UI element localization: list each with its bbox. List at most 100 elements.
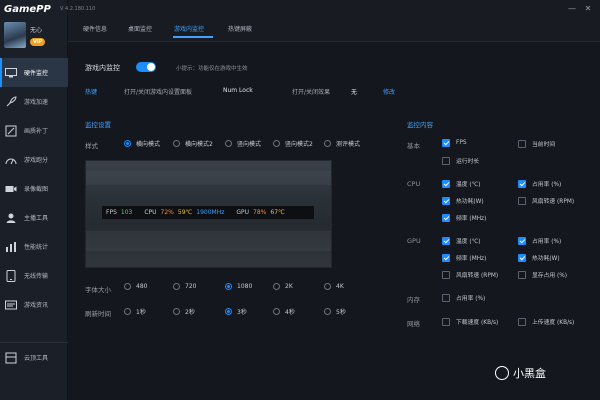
style-radio-vertical2[interactable]: 竖向模式2 <box>273 139 313 148</box>
check-gpu-temp[interactable]: 温度 (℃) <box>442 236 480 245</box>
check-gpu-freq[interactable]: 频率 (MHz) <box>442 253 486 262</box>
tab-ingame-monitor[interactable]: 游戏内监控 <box>174 24 204 33</box>
sidebar-item-label: 无线传输 <box>24 273 49 280</box>
minimize-button[interactable]: — <box>566 4 578 14</box>
sidebar-item-game-news[interactable]: 游戏资讯 <box>0 290 68 319</box>
check-gpu-vram[interactable]: 显存占用 (%) <box>518 270 567 279</box>
sidebar-item-wireless[interactable]: 无线传输 <box>0 261 68 290</box>
close-button[interactable]: ✕ <box>582 4 594 14</box>
style-radio-horizontal2[interactable]: 横向模式2 <box>173 139 213 148</box>
overlay-readout: FPS 103 CPU 72% 59℃ 1900MHz GPU 78% 67℃ <box>102 206 314 219</box>
check-net-up[interactable]: 上传速度 (KB/s) <box>518 317 574 326</box>
hotkey-effect-value: 无 <box>351 89 358 96</box>
checkbox-label: 温度 (℃) <box>456 182 481 188</box>
font-radio-1080[interactable]: 1080 <box>225 283 252 290</box>
ingame-monitor-label: 游戏内监控 <box>85 64 120 72</box>
app-logo: GamePP <box>4 4 51 15</box>
tab-hotkey-block[interactable]: 热键屏蔽 <box>228 24 252 33</box>
overlay-gpu-usage: 78% <box>253 209 267 216</box>
check-cpu-usage[interactable]: 占用率 (%) <box>518 179 561 188</box>
sidebar-bottom: 云顶工具 <box>0 342 68 372</box>
sidebar-item-label: 性能统计 <box>24 244 49 251</box>
sidebar-item-streamer-tools[interactable]: 主播工具 <box>0 203 68 232</box>
checkbox <box>518 139 526 148</box>
check-gpu-power[interactable]: 热功耗(W) <box>518 253 560 262</box>
check-runtime[interactable]: 运行时长 <box>442 156 479 165</box>
streamer-icon <box>4 211 18 225</box>
tab-desktop-monitor[interactable]: 桌面监控 <box>128 24 152 33</box>
refresh-radio-2s[interactable]: 2秒 <box>173 307 195 316</box>
style-radio-vertical[interactable]: 竖向模式 <box>225 139 261 148</box>
font-radio-2k[interactable]: 2K <box>273 283 293 290</box>
refresh-radio-3s[interactable]: 3秒 <box>225 307 247 316</box>
check-net-down[interactable]: 下载速度 (KB/s) <box>442 317 498 326</box>
radio-dot <box>124 140 131 147</box>
check-gpu-fan[interactable]: 风扇转速 (RPM) <box>442 270 498 279</box>
rocket-icon <box>4 95 18 109</box>
tab-hardware-info[interactable]: 硬件信息 <box>83 24 107 33</box>
font-radio-720[interactable]: 720 <box>173 283 196 290</box>
radio-dot <box>324 140 331 147</box>
sidebar-item-graphics-patch[interactable]: 画质补丁 <box>0 116 68 145</box>
gauge-icon <box>4 153 18 167</box>
ingame-monitor-toggle[interactable] <box>136 62 156 72</box>
radio-dot <box>173 308 180 315</box>
vip-badge: VIP <box>30 38 46 46</box>
hotkey-label: 热键 <box>85 89 98 96</box>
radio-label: 竖向模式 <box>237 141 262 148</box>
version-label: V 4.2.180.110 <box>60 6 96 12</box>
checkbox-label: 运行时长 <box>456 159 480 165</box>
check-cpu-power[interactable]: 热功耗(W) <box>442 196 484 205</box>
overlay-cpu-temp: 59℃ <box>177 209 193 216</box>
watermark-text: 小黑盒 <box>513 367 546 380</box>
stats-icon <box>4 240 18 254</box>
check-cpu-temp[interactable]: 温度 (℃) <box>442 179 480 188</box>
checkbox-label: 频率 (MHz) <box>456 256 487 262</box>
refresh-radio-1s[interactable]: 1秒 <box>124 307 146 316</box>
overlay-gpu-label: GPU <box>236 209 250 216</box>
radio-dot <box>124 283 131 290</box>
checkbox-label: 占用率 (%) <box>532 182 562 188</box>
overlay-preview: FPS 103 CPU 72% 59℃ 1900MHz GPU 78% 67℃ <box>85 160 332 268</box>
style-radio-horizontal[interactable]: 横向模式 <box>124 139 160 148</box>
avatar[interactable] <box>4 22 26 48</box>
radio-dot <box>324 283 331 290</box>
check-current-time[interactable]: 当前时间 <box>518 139 555 148</box>
news-icon <box>4 298 18 312</box>
check-cpu-fan[interactable]: 风扇转速 (RPM) <box>518 196 574 205</box>
checkbox-label: 热功耗(W) <box>456 199 484 205</box>
check-cpu-freq[interactable]: 频率 (MHz) <box>442 213 486 222</box>
radio-label: 测评模式 <box>336 141 361 148</box>
check-mem-usage[interactable]: 占用率 (%) <box>442 293 485 302</box>
hotkey-toggle-value: Num Lock <box>223 87 253 94</box>
checkbox-label: 热功耗(W) <box>532 256 560 262</box>
checkbox <box>442 139 450 147</box>
checkbox <box>442 196 450 205</box>
radio-dot <box>225 140 232 147</box>
sidebar-item-benchmark[interactable]: 游戏跑分 <box>0 145 68 174</box>
sidebar-item-performance-stats[interactable]: 性能统计 <box>0 232 68 261</box>
category-gpu: GPU <box>407 237 421 245</box>
checkbox-label: 频率 (MHz) <box>456 216 487 222</box>
font-radio-4k[interactable]: 4K <box>324 283 344 290</box>
check-gpu-usage[interactable]: 占用率 (%) <box>518 236 561 245</box>
checkbox <box>442 270 450 279</box>
sidebar-item-game-boost[interactable]: 游戏加速 <box>0 87 68 116</box>
radio-label: 横向模式 <box>136 141 161 148</box>
checkbox <box>442 179 450 188</box>
checkbox-label: 占用率 (%) <box>532 239 562 245</box>
refresh-radio-5s[interactable]: 5秒 <box>324 307 346 316</box>
refresh-radio-4s[interactable]: 4秒 <box>273 307 295 316</box>
font-radio-480[interactable]: 480 <box>124 283 147 290</box>
sidebar-item-hardware-monitor[interactable]: 硬件监控 <box>0 58 68 87</box>
monitor-icon <box>4 66 18 80</box>
hotkey-edit-link[interactable]: 修改 <box>383 87 395 96</box>
checkbox <box>442 236 450 245</box>
sidebar-item-recording[interactable]: 录像截图 <box>0 174 68 203</box>
sidebar-item-tft-tools[interactable]: 云顶工具 <box>0 343 68 372</box>
hotkey-effect-text: 打开/关闭效果 <box>292 89 331 96</box>
sidebar-item-label: 游戏资讯 <box>24 302 49 309</box>
check-fps[interactable]: FPS <box>442 139 467 147</box>
hint-text: 小提示：功能仅在游戏中生效 <box>176 66 248 72</box>
style-radio-review[interactable]: 测评模式 <box>324 139 360 148</box>
